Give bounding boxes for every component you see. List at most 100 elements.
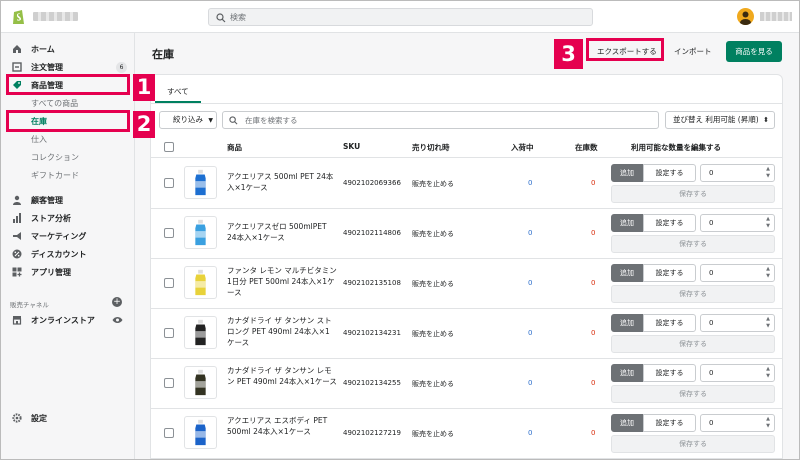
row-checkbox[interactable] [164, 178, 174, 188]
save-button[interactable]: 保存する [611, 235, 775, 253]
sidebar-item-all-products[interactable]: すべての商品 [1, 95, 135, 111]
bottle-icon [195, 369, 206, 396]
product-thumbnail[interactable] [184, 416, 217, 449]
annotation-box-2 [6, 110, 130, 132]
quantity-stepper[interactable]: 0 ▲ ▼ [700, 364, 775, 382]
search-placeholder: 在庫を検索する [245, 116, 298, 125]
store-name-blurred[interactable] [33, 12, 78, 21]
product-name-link[interactable]: カナダドライ ザ タンサン レモン PET 490ml 24本入×1ケース [227, 365, 337, 387]
set-button[interactable]: 設定する [643, 214, 696, 232]
sidebar-item-label: コレクション [31, 153, 79, 162]
stepper-arrows-icon[interactable]: ▲ ▼ [764, 216, 772, 230]
stepper-arrows-icon[interactable]: ▲ ▼ [764, 266, 772, 280]
incoming-value[interactable]: 0 [528, 329, 532, 337]
sidebar-item-apps[interactable]: アプリ管理 [1, 264, 135, 280]
incoming-value[interactable]: 0 [528, 429, 532, 437]
sidebar-item-label: オンラインストア [31, 316, 95, 325]
product-name-link[interactable]: アクエリアス 500ml PET 24本入×1ケース [227, 171, 337, 193]
product-thumbnail[interactable] [184, 166, 217, 199]
incoming-value[interactable]: 0 [528, 179, 532, 187]
save-button[interactable]: 保存する [611, 185, 775, 203]
quantity-stepper[interactable]: 0 ▲ ▼ [700, 214, 775, 232]
sidebar-item-collections[interactable]: コレクション [1, 149, 135, 165]
quantity-stepper[interactable]: 0 ▲ ▼ [700, 164, 775, 182]
product-name-link[interactable]: アクエリアスゼロ 500mlPET 24本入×1ケース [227, 221, 337, 243]
when-sold-out-value: 販売を止める [412, 380, 454, 388]
set-button[interactable]: 設定する [643, 264, 696, 282]
quantity-stepper[interactable]: 0 ▲ ▼ [700, 414, 775, 432]
quantity-stepper[interactable]: 0 ▲ ▼ [700, 264, 775, 282]
sidebar-item-gift-cards[interactable]: ギフトカード [1, 167, 135, 183]
add-button[interactable]: 追加 [611, 364, 643, 382]
import-button[interactable]: インポート [668, 43, 718, 61]
product-name-link[interactable]: ファンタ レモン マルチビタミン1日分 PET 500ml 24本入×1ケース [227, 265, 337, 298]
product-name-link[interactable]: アクエリアス エスボディ PET 500ml 24本入×1ケース [227, 415, 337, 437]
bottle-icon [195, 319, 206, 346]
sku-value: 4902102114806 [343, 229, 401, 237]
sidebar-item-orders[interactable]: 注文管理 6 [1, 59, 135, 75]
quantity-value: 0 [709, 169, 714, 177]
view-products-button[interactable]: 商品を見る [726, 41, 782, 62]
search-icon [229, 116, 238, 125]
filter-label: 絞り込み [173, 115, 203, 124]
stepper-arrows-icon[interactable]: ▲ ▼ [764, 366, 772, 380]
annotation-box-1 [6, 74, 130, 95]
sidebar-item-customers[interactable]: 顧客管理 [1, 192, 135, 208]
table-row: アクエリアス エスボディ PET 500ml 24本入×1ケース 49021021… [151, 409, 782, 459]
save-button[interactable]: 保存する [611, 435, 775, 453]
add-button[interactable]: 追加 [611, 314, 643, 332]
select-all-checkbox[interactable] [164, 142, 174, 152]
sidebar-item-home[interactable]: ホーム [1, 41, 135, 57]
shopify-logo-icon[interactable] [11, 8, 27, 26]
tab-all[interactable]: すべて [155, 81, 201, 103]
save-button[interactable]: 保存する [611, 385, 775, 403]
add-button[interactable]: 追加 [611, 214, 643, 232]
save-button[interactable]: 保存する [611, 285, 775, 303]
sidebar-item-discounts[interactable]: ディスカウント [1, 246, 135, 262]
incoming-value[interactable]: 0 [528, 279, 532, 287]
row-checkbox[interactable] [164, 278, 174, 288]
product-thumbnail[interactable] [184, 366, 217, 399]
main-content: 在庫 エクスポートする インポート 商品を見る すべて 絞り込み ▼ 在庫を検索… [135, 33, 799, 459]
add-button[interactable]: 追加 [611, 164, 643, 182]
sidebar-item-label: 設定 [31, 414, 47, 423]
stepper-arrows-icon[interactable]: ▲ ▼ [764, 166, 772, 180]
annotation-number-1: 1 [133, 74, 155, 101]
set-button[interactable]: 設定する [643, 364, 696, 382]
avatar[interactable] [737, 8, 754, 25]
save-button[interactable]: 保存する [611, 335, 775, 353]
sidebar-item-settings[interactable]: 設定 [1, 410, 135, 426]
add-button[interactable]: 追加 [611, 414, 643, 432]
set-button[interactable]: 設定する [643, 314, 696, 332]
add-channel-icon[interactable]: + [112, 297, 122, 307]
when-sold-out-value: 販売を止める [412, 330, 454, 338]
sort-select[interactable]: 並び替え 利用可能 (昇順) ⬍ [665, 111, 775, 129]
orders-icon [12, 62, 22, 72]
stepper-arrows-icon[interactable]: ▲ ▼ [764, 416, 772, 430]
quantity-stepper[interactable]: 0 ▲ ▼ [700, 314, 775, 332]
inventory-search-input[interactable]: 在庫を検索する [222, 111, 659, 129]
sidebar-item-marketing[interactable]: マーケティング [1, 228, 135, 244]
user-name-blurred[interactable] [760, 12, 792, 21]
product-name-link[interactable]: カナダドライ ザ タンサン ストロング PET 490ml 24本入×1ケース [227, 315, 337, 348]
sidebar-item-purchase[interactable]: 仕入 [1, 131, 135, 147]
set-button[interactable]: 設定する [643, 414, 696, 432]
add-button[interactable]: 追加 [611, 264, 643, 282]
row-checkbox[interactable] [164, 428, 174, 438]
sort-label: 並び替え 利用可能 (昇順) [673, 115, 759, 124]
global-search-input[interactable]: 検索 [208, 8, 593, 26]
incoming-value[interactable]: 0 [528, 229, 532, 237]
row-checkbox[interactable] [164, 378, 174, 388]
product-thumbnail[interactable] [184, 316, 217, 349]
product-thumbnail[interactable] [184, 266, 217, 299]
set-button[interactable]: 設定する [643, 164, 696, 182]
when-sold-out-value: 販売を止める [412, 430, 454, 438]
eye-icon[interactable] [112, 316, 123, 324]
stepper-arrows-icon[interactable]: ▲ ▼ [764, 316, 772, 330]
sidebar-item-analytics[interactable]: ストア分析 [1, 210, 135, 226]
filter-button[interactable]: 絞り込み ▼ [159, 111, 217, 129]
product-thumbnail[interactable] [184, 216, 217, 249]
row-checkbox[interactable] [164, 228, 174, 238]
row-checkbox[interactable] [164, 328, 174, 338]
incoming-value[interactable]: 0 [528, 379, 532, 387]
